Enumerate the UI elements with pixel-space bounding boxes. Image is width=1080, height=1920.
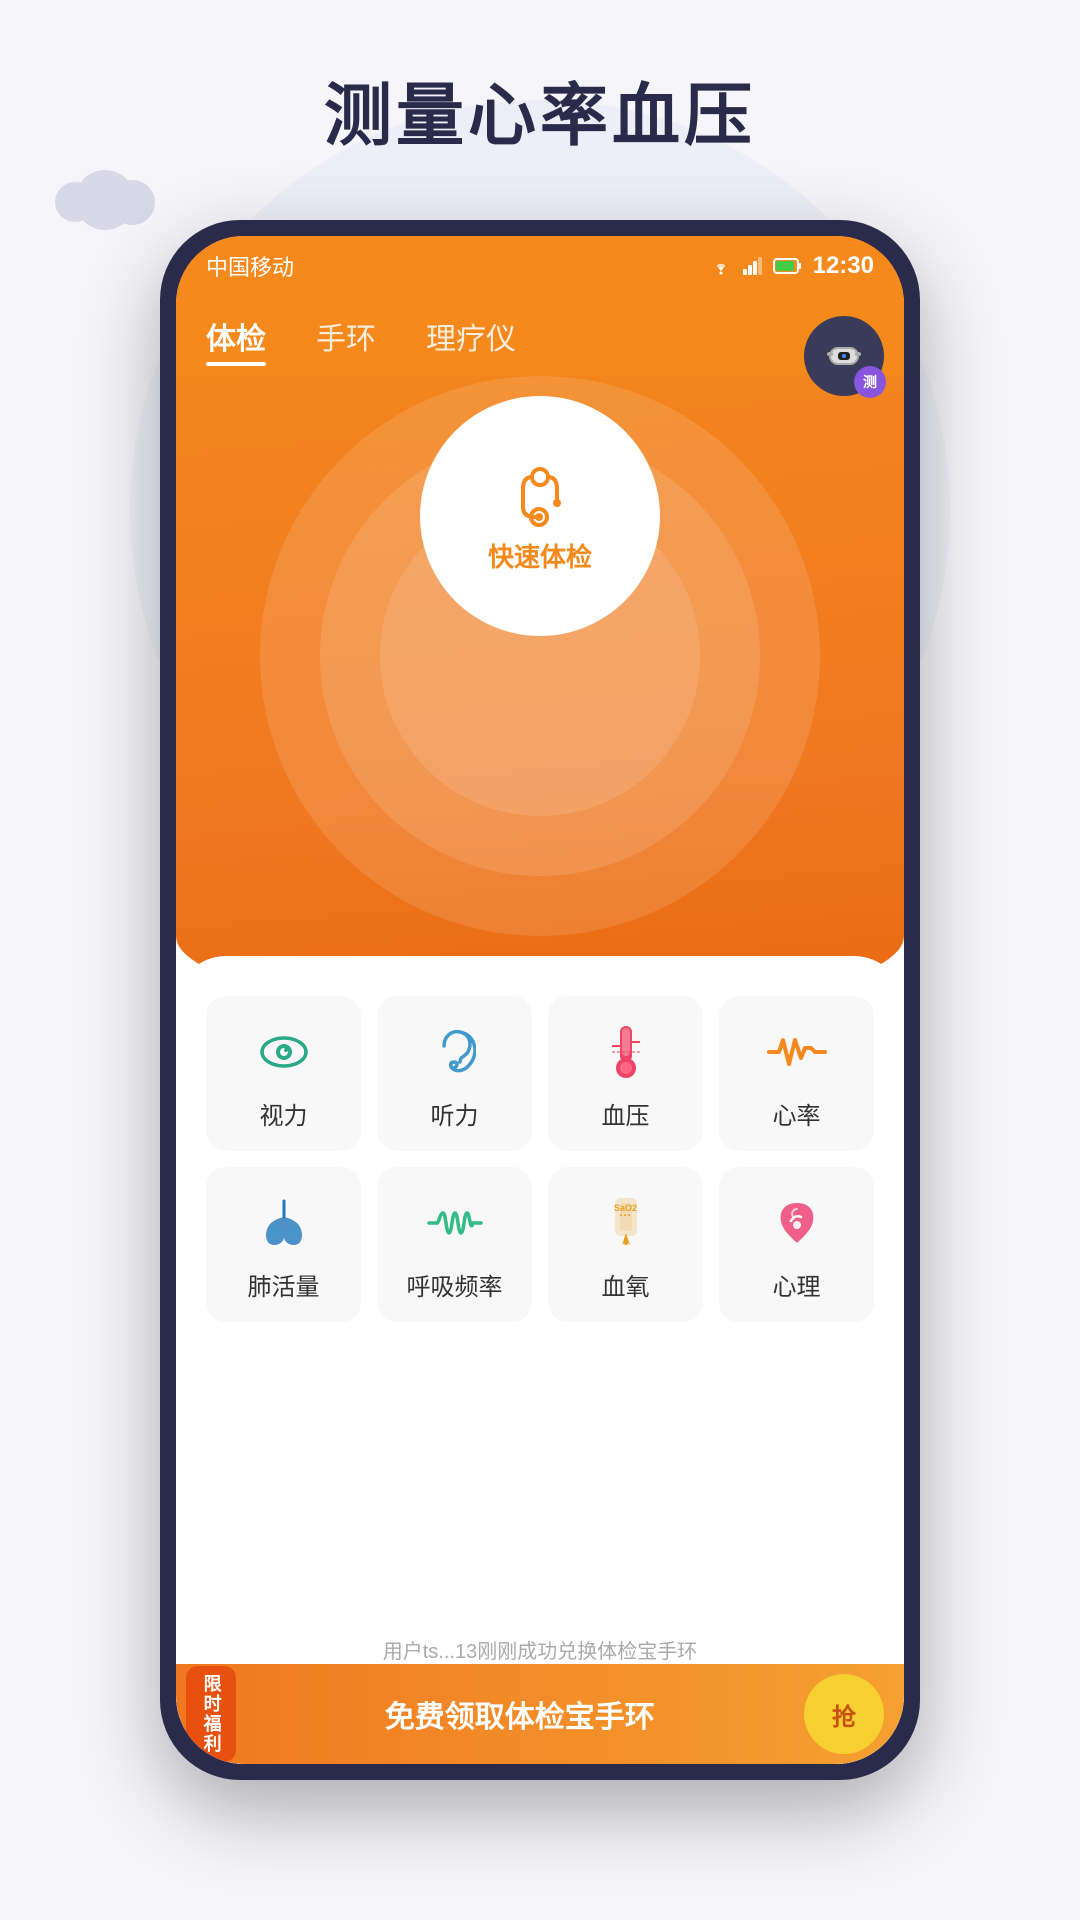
banner-badge: 限时福利 [186,1666,236,1762]
notification-bar: 用户ts...13刚刚成功兑换体检宝手环 [176,1635,904,1664]
battery-icon [773,257,803,275]
quick-exam-label: 快速体检 [488,537,592,574]
notification-text: 用户ts...13刚刚成功兑换体检宝手环 [383,1641,697,1663]
content-area: 视力 听力 [176,956,904,1764]
status-time: 12:30 [813,252,874,280]
heartrate-label: 心率 [773,1096,821,1131]
health-grid: 视力 听力 [196,986,884,1332]
quick-exam-button[interactable]: 快速体检 [420,396,660,636]
breath-icon [425,1195,485,1251]
health-item-mental[interactable]: 心理 [719,1167,874,1322]
bottom-banner[interactable]: 限时福利 免费领取体检宝手环 抢 [176,1664,904,1764]
bp-label: 血压 [602,1096,650,1131]
svg-text:SaO2: SaO2 [614,1203,637,1213]
tab-band[interactable]: 手环 [316,314,376,358]
spo2-icon: SaO2 [606,1195,646,1251]
wristband-badge: 测 [854,366,886,398]
lung-icon [256,1195,312,1251]
breath-label: 呼吸频率 [407,1267,503,1302]
grab-button[interactable]: 抢 [804,1674,884,1754]
hero-area: 中国移动 [176,236,904,1016]
wifi-icon [709,257,733,275]
page-title: 测量心率血压 [0,60,1080,159]
health-item-vision[interactable]: 视力 [206,996,361,1151]
health-item-spo2[interactable]: SaO2 血氧 [548,1167,703,1322]
wristband-button[interactable]: 测 [804,316,884,396]
vision-label: 视力 [260,1096,308,1131]
health-item-hearing[interactable]: 听力 [377,996,532,1151]
signal-icon [743,257,763,275]
health-item-lung[interactable]: 肺活量 [206,1167,361,1322]
status-icons: 12:30 [709,252,874,280]
mental-label: 心理 [773,1267,821,1302]
health-item-heartrate[interactable]: 心率 [719,996,874,1151]
mental-icon [771,1195,823,1251]
health-item-breath[interactable]: 呼吸频率 [377,1167,532,1322]
phone-frame: 中国移动 [160,220,920,1780]
spo2-label: 血氧 [602,1267,650,1302]
heartrate-icon [767,1024,827,1080]
cloud-decoration [55,170,165,230]
hearing-label: 听力 [431,1096,479,1131]
ear-icon [434,1024,476,1080]
health-item-bp[interactable]: 血压 [548,996,703,1151]
stethoscope-icon [505,459,575,529]
eye-icon [258,1024,310,1080]
bp-icon [608,1024,644,1080]
tab-exam[interactable]: 体检 [206,314,266,358]
carrier-text: 中国移动 [206,250,294,282]
phone-screen: 中国移动 [176,236,904,1764]
status-bar: 中国移动 [176,236,904,296]
tab-therapy[interactable]: 理疗仪 [426,314,516,358]
banner-main-text: 免费领取体检宝手环 [256,1692,784,1736]
nav-tabs: 体检 手环 理疗仪 [176,296,904,376]
lung-label: 肺活量 [248,1267,320,1302]
